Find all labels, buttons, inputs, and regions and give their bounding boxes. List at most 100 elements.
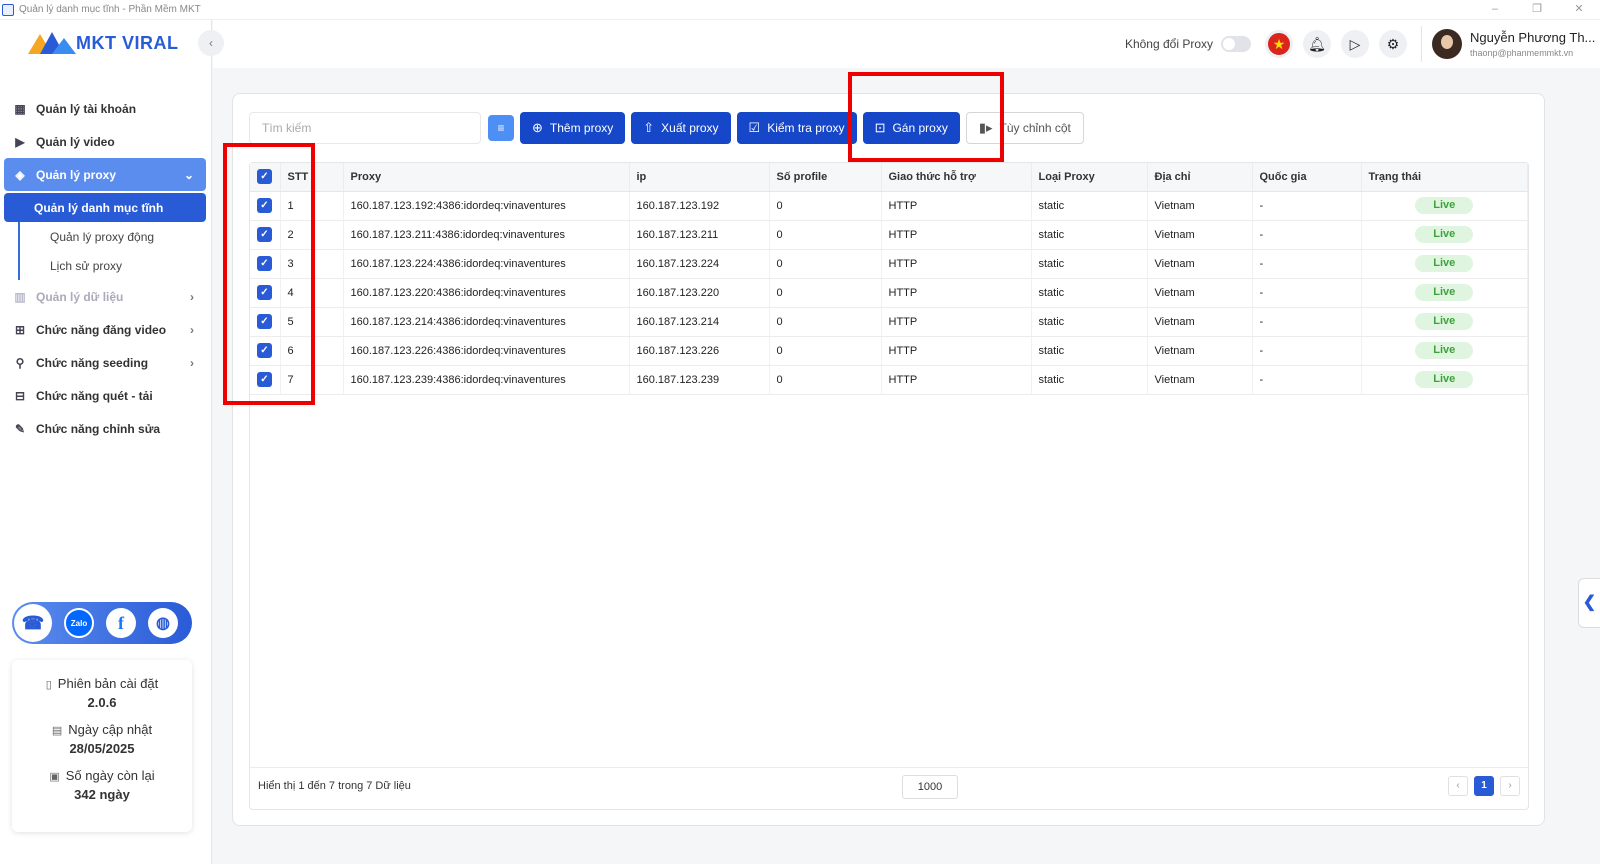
collapse-sidebar-button[interactable]: ‹ — [198, 30, 224, 56]
play-circle-icon[interactable]: ▷ — [1341, 30, 1369, 58]
table-row[interactable]: ✓ 1 160.187.123.192:4386:idordeq:vinaven… — [250, 191, 1528, 221]
sidebar-item-scan-download[interactable]: ⊟ Chức năng quét - tải — [4, 379, 206, 412]
add-proxy-button[interactable]: ⊕ Thêm proxy — [520, 112, 626, 144]
col-header-proxy-type[interactable]: Loại Proxy — [1031, 163, 1148, 192]
upload-icon: ⇧ — [643, 120, 655, 135]
avatar[interactable] — [1432, 29, 1462, 59]
vietnam-flag-icon[interactable]: ★ — [1265, 30, 1293, 58]
sidebar-item-proxy[interactable]: ◈ Quản lý proxy ⌄ — [4, 158, 206, 191]
table-row[interactable]: ✓ 5 160.187.123.214:4386:idordeq:vinaven… — [250, 307, 1528, 337]
window-titlebar: Quản lý danh mục tĩnh - Phần Mềm MKT – ❐… — [0, 0, 1600, 20]
row-select-cell: ✓ — [250, 191, 281, 221]
support-headset-icon[interactable]: ☎ — [14, 604, 52, 642]
sidebar-item-edit[interactable]: ✎ Chức năng chỉnh sửa — [4, 412, 206, 445]
export-proxy-button[interactable]: ⇧ Xuất proxy — [631, 112, 731, 144]
update-date: 28/05/2025 — [69, 741, 135, 756]
box-icon: ▣ — [49, 771, 60, 783]
window-title: Quản lý danh mục tĩnh - Phần Mềm MKT — [19, 4, 201, 15]
table-row[interactable]: ✓ 6 160.187.123.226:4386:idordeq:vinaven… — [250, 336, 1528, 366]
col-header-ip[interactable]: ip — [629, 163, 770, 192]
cell-stt: 4 — [280, 278, 344, 308]
search-input[interactable] — [249, 112, 481, 144]
zalo-icon[interactable]: Zalo — [64, 608, 94, 638]
row-select-cell: ✓ — [250, 336, 281, 366]
sidebar-item-label: Quản lý proxy — [36, 167, 117, 182]
cell-profile-count: 0 — [769, 278, 882, 308]
col-header-address[interactable]: Địa chỉ — [1147, 163, 1253, 192]
sidebar-item-videos[interactable]: ▶ Quản lý video — [4, 125, 206, 158]
proxy-toggle-switch[interactable] — [1221, 36, 1251, 52]
chevron-right-icon: › — [190, 355, 194, 370]
table-row[interactable]: ✓ 3 160.187.123.224:4386:idordeq:vinaven… — [250, 249, 1528, 279]
row-checkbox[interactable]: ✓ — [257, 256, 272, 271]
sidebar-item-label: Chức năng seeding — [36, 355, 149, 370]
col-header-profile-count[interactable]: Số profile — [769, 163, 882, 192]
next-page-button[interactable]: › — [1500, 776, 1520, 796]
col-header-proxy[interactable]: Proxy — [343, 163, 630, 192]
table-row[interactable]: ✓ 2 160.187.123.211:4386:idordeq:vinaven… — [250, 220, 1528, 250]
columns-icon: ▮▸ — [978, 120, 993, 135]
row-checkbox[interactable]: ✓ — [257, 343, 272, 358]
days-left-value: 342 ngày — [74, 787, 130, 802]
minimize-button[interactable]: – — [1474, 0, 1516, 20]
main-panel: ≡ ⊕ Thêm proxy ⇧ Xuất proxy ☑ Kiểm tra p… — [232, 93, 1545, 826]
video-icon: ▶ — [15, 134, 25, 149]
filter-button[interactable]: ≡ — [488, 115, 514, 141]
col-header-protocol[interactable]: Giao thức hỗ trợ — [881, 163, 1032, 192]
row-checkbox[interactable]: ✓ — [257, 198, 272, 213]
cell-country: - — [1252, 336, 1362, 366]
assign-proxy-button[interactable]: ⊡ Gán proxy — [862, 112, 960, 144]
sidebar-item-post-video[interactable]: ⊞ Chức năng đăng video › — [4, 313, 206, 346]
cell-status: Live — [1361, 191, 1528, 221]
sidebar-item-accounts[interactable]: ▦ Quản lý tài khoản — [4, 92, 206, 125]
cell-ip: 160.187.123.239 — [629, 365, 770, 395]
cell-address: Vietnam — [1147, 307, 1253, 337]
cell-country: - — [1252, 191, 1362, 221]
sidebar-item-label: Quản lý video — [36, 134, 115, 149]
proxy-submenu: Quản lý danh mục tĩnh Quản lý proxy động… — [4, 193, 206, 280]
check-proxy-button[interactable]: ☑ Kiểm tra proxy — [736, 112, 857, 144]
submenu-item-dynamic-proxy[interactable]: Quản lý proxy động — [18, 222, 206, 251]
sidebar-item-seeding[interactable]: ⚲ Chức năng seeding › — [4, 346, 206, 379]
custom-columns-button[interactable]: ▮▸ Tùy chỉnh cột — [965, 112, 1084, 144]
sidebar-item-data[interactable]: ▥ Quản lý dữ liệu › — [4, 280, 206, 313]
days-left-label: Số ngày còn lại — [65, 768, 155, 783]
chevron-right-icon: › — [190, 322, 194, 337]
globe-icon[interactable]: ◍ — [148, 608, 178, 638]
current-page-button[interactable]: 1 — [1474, 776, 1494, 796]
cell-profile-count: 0 — [769, 249, 882, 279]
upload-icon: ⊞ — [14, 322, 26, 337]
cell-ip: 160.187.123.226 — [629, 336, 770, 366]
filter-icon: ≡ — [497, 121, 505, 135]
row-checkbox[interactable]: ✓ — [257, 285, 272, 300]
gear-icon[interactable]: ⚙ — [1379, 30, 1407, 58]
row-checkbox[interactable]: ✓ — [257, 372, 272, 387]
status-badge: Live — [1415, 226, 1474, 243]
close-button[interactable]: ✕ — [1558, 0, 1600, 20]
table-row[interactable]: ✓ 4 160.187.123.220:4386:idordeq:vinaven… — [250, 278, 1528, 308]
col-header-stt[interactable]: STT — [280, 163, 344, 192]
version-info: ▯ Phiên bản cài đặt 2.0.6 — [12, 676, 192, 710]
user-info[interactable]: Nguyễn Phương Th... thaonp@phanmemmkt.vn — [1470, 30, 1600, 58]
cell-proxy: 160.187.123.224:4386:idordeq:vinaventure… — [343, 249, 630, 279]
version-label: Phiên bản cài đặt — [57, 676, 159, 691]
bell-icon[interactable]: 🔔︎ — [1303, 30, 1331, 58]
submenu-item-static-proxy[interactable]: Quản lý danh mục tĩnh — [4, 193, 206, 222]
row-checkbox[interactable]: ✓ — [257, 314, 272, 329]
col-header-country[interactable]: Quốc gia — [1252, 163, 1362, 192]
page-size-input[interactable]: 1000 — [902, 775, 958, 799]
row-checkbox[interactable]: ✓ — [257, 227, 272, 242]
sidebar-menu: ▦ Quản lý tài khoản ▶ Quản lý video ◈ Qu… — [4, 92, 206, 445]
cell-proxy-type: static — [1031, 307, 1148, 337]
cell-proxy-type: static — [1031, 249, 1148, 279]
brand-logo[interactable]: MKT VIRAL — [28, 32, 179, 54]
submenu-item-proxy-history[interactable]: Lịch sử proxy — [18, 251, 206, 280]
restore-button[interactable]: ❐ — [1516, 0, 1558, 20]
table-row[interactable]: ✓ 7 160.187.123.239:4386:idordeq:vinaven… — [250, 365, 1528, 395]
sidebar-item-label: Chức năng đăng video — [36, 322, 167, 337]
prev-page-button[interactable]: ‹ — [1448, 776, 1468, 796]
facebook-icon[interactable]: f — [106, 608, 136, 638]
col-header-status[interactable]: Trạng thái — [1361, 163, 1528, 192]
select-all-checkbox[interactable]: ✓ — [257, 169, 272, 185]
side-panel-toggle[interactable]: ❮ — [1578, 578, 1600, 628]
